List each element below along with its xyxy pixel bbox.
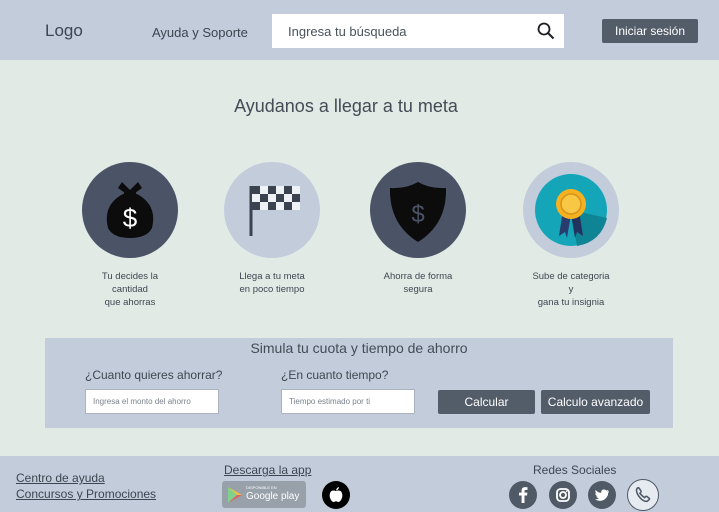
- medal-badge-icon: [535, 174, 607, 246]
- login-button[interactable]: Iniciar sesión: [602, 19, 698, 43]
- feature-circle: [523, 162, 619, 258]
- time-label: ¿En cuanto tiempo?: [281, 368, 389, 382]
- feature-circle: $: [370, 162, 466, 258]
- phone-icon: [635, 486, 651, 503]
- apple-icon: [329, 487, 343, 502]
- google-play-badge[interactable]: DISPONIBLE EN Google play: [222, 481, 306, 508]
- footer: Centro de ayuda Concursos y Promociones …: [0, 456, 719, 512]
- instagram-button[interactable]: [549, 481, 577, 509]
- time-input[interactable]: Tiempo estimado por ti: [281, 389, 415, 414]
- feature-caption: Llega a tu meta en poco tiempo: [239, 271, 305, 295]
- play-store-icon: [228, 487, 242, 503]
- feature-caption: Tu decides la cantidad que ahorras: [101, 271, 159, 308]
- download-app-link[interactable]: Descarga la app: [224, 463, 311, 477]
- phone-button[interactable]: [627, 479, 659, 511]
- google-play-small-text: DISPONIBLE EN: [246, 485, 277, 490]
- feature-caption: Sube de categoria y gana tu insignia: [532, 271, 610, 308]
- calculate-button[interactable]: Calcular: [438, 390, 535, 414]
- svg-text:$: $: [411, 201, 424, 228]
- google-play-label: Google play: [246, 491, 300, 502]
- feature-circle: [224, 162, 320, 258]
- feature-reach-goal: Llega a tu meta en poco tiempo: [202, 162, 342, 296]
- simulator-title: Simula tu cuota y tiempo de ahorro: [250, 340, 468, 356]
- feature-circle: $: [82, 162, 178, 258]
- checkered-flag-icon: [249, 186, 300, 236]
- contests-link[interactable]: Concursos y Promociones: [16, 487, 156, 501]
- facebook-icon: [519, 487, 528, 503]
- page-title: Ayudanos a llegar a tu meta: [234, 96, 458, 116]
- amount-label: ¿Cuanto quieres ahorrar?: [85, 368, 223, 382]
- advanced-calc-button[interactable]: Calculo avanzado: [541, 390, 650, 414]
- help-center-link[interactable]: Centro de ayuda: [16, 471, 105, 485]
- search-icon[interactable]: [537, 22, 555, 40]
- search-input[interactable]: Ingresa tu búsqueda: [272, 14, 564, 48]
- feature-caption: Ahorra de forma segura: [383, 271, 453, 295]
- feature-save-safely: $ Ahorra de forma segura: [348, 162, 488, 296]
- twitter-button[interactable]: [588, 481, 616, 509]
- feature-choose-amount: $ Tu decides la cantidad que ahorras: [60, 162, 200, 309]
- logo[interactable]: Logo: [45, 21, 83, 41]
- money-bag-icon: $: [106, 182, 154, 238]
- help-support-link[interactable]: Ayuda y Soporte: [152, 25, 248, 40]
- header: Logo Ayuda y Soporte Ingresa tu búsqueda…: [0, 0, 719, 60]
- instagram-icon: [556, 488, 570, 502]
- social-title: Redes Sociales: [533, 463, 617, 477]
- amount-input[interactable]: Ingresa el monto del ahorro: [85, 389, 219, 414]
- apple-store-button[interactable]: [322, 481, 350, 509]
- svg-text:$: $: [123, 203, 138, 233]
- savings-simulator: Simula tu cuota y tiempo de ahorro ¿Cuan…: [45, 338, 673, 428]
- facebook-button[interactable]: [509, 481, 537, 509]
- search-placeholder: Ingresa tu búsqueda: [288, 24, 407, 39]
- twitter-icon: [594, 489, 609, 501]
- shield-dollar-icon: $: [389, 182, 447, 242]
- feature-level-up: Sube de categoria y gana tu insignia: [501, 162, 641, 309]
